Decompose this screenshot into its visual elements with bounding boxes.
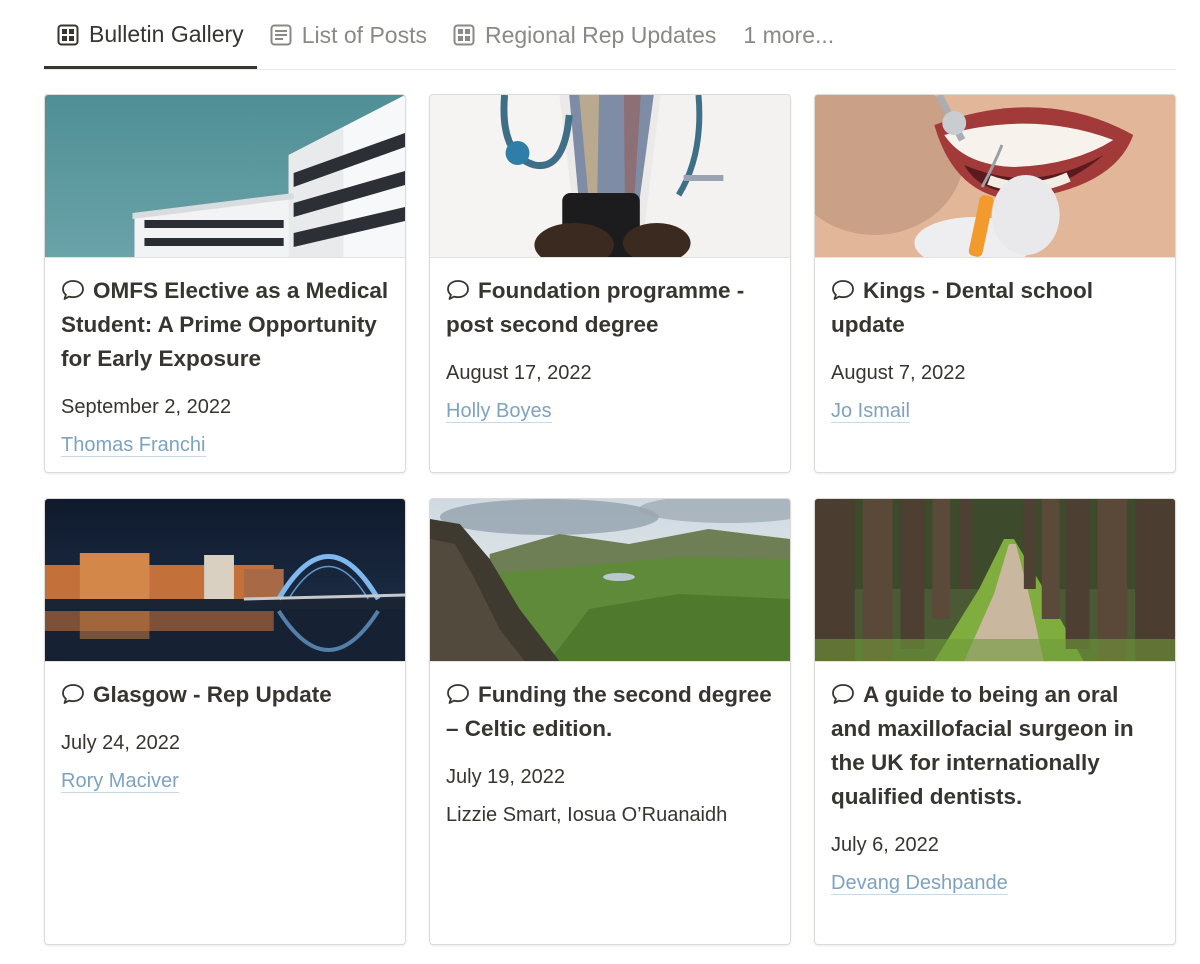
gallery-icon [57,24,79,45]
gallery-icon [453,24,475,46]
card-title-text: Glasgow - Rep Update [93,682,332,707]
card-title: OMFS Elective as a Medical Student: A Pr… [61,274,389,376]
card-title: A guide to being an oral and maxillofaci… [831,678,1159,814]
card-author: Jo Ismail [831,398,1159,424]
card-date: July 19, 2022 [446,766,565,788]
card-title: Funding the second degree – Celtic editi… [446,678,774,746]
card-author: Devang Deshpande [831,870,1159,896]
tab-label: List of Posts [301,21,427,48]
author-link[interactable]: Devang Deshpande [831,872,1008,895]
card-title-text: A guide to being an oral and maxillofaci… [831,682,1134,809]
tab-list-of-posts[interactable]: List of Posts [257,1,440,69]
gallery-card[interactable]: Foundation programme - post second degre… [429,94,791,473]
tab-label: Bulletin Gallery [89,21,244,47]
gallery-card[interactable]: OMFS Elective as a Medical Student: A Pr… [44,94,406,473]
comment-bubble-icon [447,684,469,704]
card-author: Thomas Franchi [61,432,389,458]
tab-label: 1 more... [743,21,835,48]
card-date: August 7, 2022 [831,362,966,384]
comment-bubble-icon [62,684,84,704]
gallery-card[interactable]: Kings - Dental school update August 7, 2… [814,94,1176,473]
cover-image-doctor-with-phone [430,95,790,258]
author-link[interactable]: Thomas Franchi [61,434,206,457]
card-title: Glasgow - Rep Update [61,678,389,712]
tab-more[interactable]: 1 more... [729,1,847,69]
card-author: Holly Boyes [446,398,774,424]
author-link[interactable]: Holly Boyes [446,400,552,423]
cover-image-glasgow-night-bridge [45,499,405,662]
cover-image-hospital-building [45,95,405,258]
comment-bubble-icon [832,684,854,704]
comment-bubble-icon [832,280,854,300]
list-icon [270,24,292,46]
tab-bulletin-gallery[interactable]: Bulletin Gallery [44,0,257,69]
tab-regional-rep-updates[interactable]: Regional Rep Updates [440,1,729,69]
author-link[interactable]: Rory Maciver [61,770,179,793]
cover-image-forest-path [815,499,1175,662]
gallery-card[interactable]: A guide to being an oral and maxillofaci… [814,498,1176,945]
card-author: Lizzie Smart, Iosua O’Ruanaidh [446,802,774,828]
cover-image-dental-exam [815,95,1175,258]
card-date: July 6, 2022 [831,834,939,856]
view-tabs: Bulletin Gallery List of Posts Regional … [44,0,1176,70]
gallery-card[interactable]: Funding the second degree – Celtic editi… [429,498,791,945]
author-link[interactable]: Jo Ismail [831,400,910,423]
gallery-grid: OMFS Elective as a Medical Student: A Pr… [44,94,1177,945]
card-title-text: Funding the second degree – Celtic editi… [446,682,772,741]
tab-label: Regional Rep Updates [484,21,717,48]
gallery-card[interactable]: Glasgow - Rep Update July 24, 2022 Rory … [44,498,406,945]
author-text: Lizzie Smart, Iosua O’Ruanaidh [446,804,728,826]
card-date: September 2, 2022 [61,396,232,418]
comment-bubble-icon [62,280,84,300]
comment-bubble-icon [447,280,469,300]
card-date: August 17, 2022 [446,362,592,384]
card-author: Rory Maciver [61,768,389,794]
card-date: July 24, 2022 [61,732,180,754]
card-title-text: OMFS Elective as a Medical Student: A Pr… [61,278,389,371]
card-title-text: Foundation programme - post second degre… [446,278,745,337]
card-title-text: Kings - Dental school update [831,278,1094,337]
cover-image-green-highlands [430,499,790,662]
card-title: Foundation programme - post second degre… [446,274,774,342]
card-title: Kings - Dental school update [831,274,1159,342]
